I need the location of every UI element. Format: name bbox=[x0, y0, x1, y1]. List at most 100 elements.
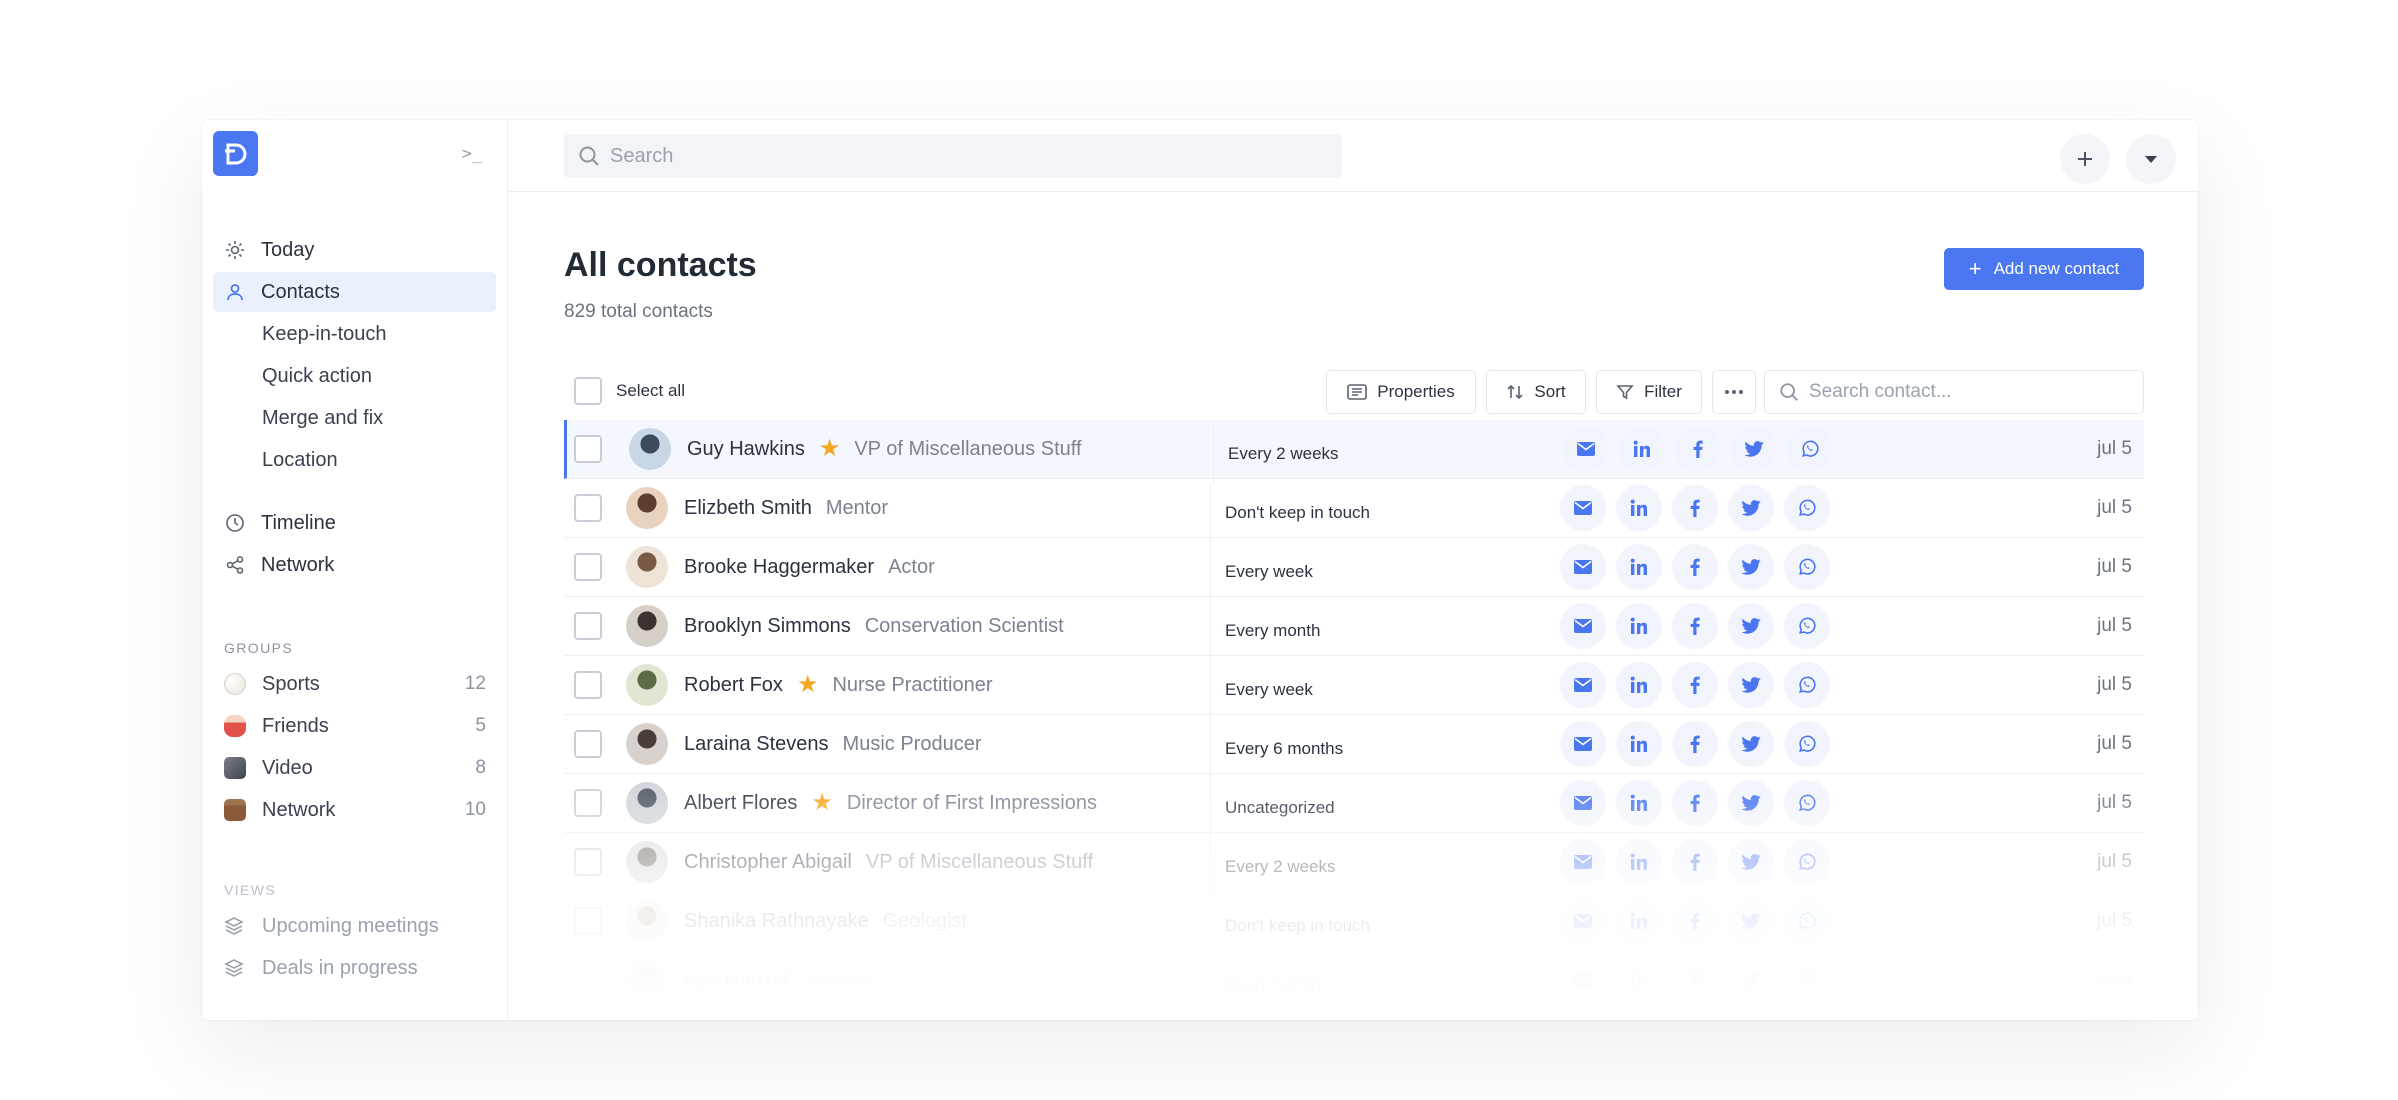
twitter-icon[interactable] bbox=[1728, 957, 1774, 1003]
linkedin-icon[interactable] bbox=[1616, 780, 1662, 826]
contact-frequency[interactable]: Uncategorized bbox=[1210, 778, 1335, 838]
row-checkbox[interactable] bbox=[574, 907, 602, 935]
row-checkbox[interactable] bbox=[574, 966, 602, 994]
whatsapp-icon[interactable] bbox=[1784, 839, 1830, 885]
twitter-icon[interactable] bbox=[1731, 426, 1777, 472]
contact-name[interactable]: Christopher Abigail bbox=[684, 851, 852, 874]
whatsapp-icon[interactable] bbox=[1784, 485, 1830, 531]
contact-name[interactable]: Shanika Rathnayake bbox=[684, 910, 869, 933]
whatsapp-icon[interactable] bbox=[1787, 426, 1833, 472]
sidebar-subitem-location[interactable]: Location bbox=[262, 440, 338, 480]
linkedin-icon[interactable] bbox=[1616, 544, 1662, 590]
contact-frequency[interactable]: Every 2 weeks bbox=[1213, 424, 1339, 484]
row-checkbox[interactable] bbox=[574, 553, 602, 581]
table-row[interactable]: Hyo Hartzel Investor Every month jul 5 bbox=[564, 951, 2144, 1015]
email-icon[interactable] bbox=[1560, 603, 1606, 649]
search-input[interactable] bbox=[610, 144, 1310, 168]
star-icon[interactable]: ★ bbox=[797, 673, 819, 697]
table-row[interactable]: Christopher Abigail VP of Miscellaneous … bbox=[564, 833, 2144, 897]
row-checkbox[interactable] bbox=[574, 671, 602, 699]
email-icon[interactable] bbox=[1560, 721, 1606, 767]
group-item-network[interactable]: Network 10 bbox=[224, 790, 486, 830]
facebook-icon[interactable] bbox=[1675, 426, 1721, 472]
select-all[interactable]: Select all bbox=[574, 377, 685, 405]
twitter-icon[interactable] bbox=[1728, 603, 1774, 649]
contact-frequency[interactable]: Every week bbox=[1210, 660, 1313, 720]
twitter-icon[interactable] bbox=[1728, 839, 1774, 885]
linkedin-icon[interactable] bbox=[1616, 898, 1662, 944]
email-icon[interactable] bbox=[1560, 662, 1606, 708]
facebook-icon[interactable] bbox=[1672, 721, 1718, 767]
sidebar-item-today[interactable]: Today bbox=[213, 230, 496, 270]
select-all-checkbox[interactable] bbox=[574, 377, 602, 405]
row-checkbox[interactable] bbox=[574, 789, 602, 817]
facebook-icon[interactable] bbox=[1672, 662, 1718, 708]
twitter-icon[interactable] bbox=[1728, 485, 1774, 531]
whatsapp-icon[interactable] bbox=[1784, 662, 1830, 708]
facebook-icon[interactable] bbox=[1672, 898, 1718, 944]
whatsapp-icon[interactable] bbox=[1784, 721, 1830, 767]
linkedin-icon[interactable] bbox=[1616, 957, 1662, 1003]
email-icon[interactable] bbox=[1560, 957, 1606, 1003]
contact-frequency[interactable]: Don't keep in touch bbox=[1210, 896, 1370, 956]
sidebar-item-contacts[interactable]: Contacts bbox=[213, 272, 496, 312]
email-icon[interactable] bbox=[1560, 485, 1606, 531]
linkedin-icon[interactable] bbox=[1616, 662, 1662, 708]
add-button[interactable] bbox=[2060, 134, 2110, 184]
twitter-icon[interactable] bbox=[1728, 780, 1774, 826]
contact-name[interactable]: Brooklyn Simmons bbox=[684, 615, 851, 638]
sidebar-subitem-merge-and-fix[interactable]: Merge and fix bbox=[262, 398, 383, 438]
whatsapp-icon[interactable] bbox=[1784, 603, 1830, 649]
facebook-icon[interactable] bbox=[1672, 780, 1718, 826]
contact-frequency[interactable]: Every 6 months bbox=[1210, 719, 1343, 779]
twitter-icon[interactable] bbox=[1728, 898, 1774, 944]
linkedin-icon[interactable] bbox=[1616, 839, 1662, 885]
row-checkbox[interactable] bbox=[574, 730, 602, 758]
linkedin-icon[interactable] bbox=[1616, 603, 1662, 649]
email-icon[interactable] bbox=[1560, 898, 1606, 944]
table-row[interactable]: Albert Flores ★ Director of First Impres… bbox=[564, 774, 2144, 838]
row-checkbox[interactable] bbox=[574, 612, 602, 640]
twitter-icon[interactable] bbox=[1728, 544, 1774, 590]
contact-frequency[interactable]: Don't keep in touch bbox=[1210, 483, 1370, 543]
email-icon[interactable] bbox=[1563, 426, 1609, 472]
email-icon[interactable] bbox=[1560, 780, 1606, 826]
contact-name[interactable]: Hyo Hartzel bbox=[684, 969, 788, 992]
facebook-icon[interactable] bbox=[1672, 544, 1718, 590]
table-row[interactable]: Robert Fox ★ Nurse Practitioner Every we… bbox=[564, 656, 2144, 720]
table-row[interactable]: Elizbeth Smith Mentor Don't keep in touc… bbox=[564, 479, 2144, 543]
table-row[interactable]: Laraina Stevens Music Producer Every 6 m… bbox=[564, 715, 2144, 779]
facebook-icon[interactable] bbox=[1672, 839, 1718, 885]
row-checkbox[interactable] bbox=[574, 494, 602, 522]
group-item-video[interactable]: Video 8 bbox=[224, 748, 486, 788]
filter-button[interactable]: Filter bbox=[1596, 370, 1702, 414]
sidebar-subitem-keep-in-touch[interactable]: Keep-in-touch bbox=[262, 314, 387, 354]
whatsapp-icon[interactable] bbox=[1784, 544, 1830, 590]
dropdown-button[interactable] bbox=[2126, 134, 2176, 184]
table-row[interactable]: Shanika Rathnayake Geologist Don't keep … bbox=[564, 892, 2144, 956]
whatsapp-icon[interactable] bbox=[1784, 780, 1830, 826]
contact-frequency[interactable]: Every week bbox=[1210, 542, 1313, 602]
email-icon[interactable] bbox=[1560, 839, 1606, 885]
sort-button[interactable]: Sort bbox=[1486, 370, 1586, 414]
global-search[interactable] bbox=[564, 134, 1342, 178]
linkedin-icon[interactable] bbox=[1616, 721, 1662, 767]
sidebar-item-network[interactable]: Network bbox=[213, 545, 496, 585]
group-item-friends[interactable]: Friends 5 bbox=[224, 706, 486, 746]
contact-name[interactable]: Albert Flores bbox=[684, 792, 797, 815]
view-item-upcoming-meetings[interactable]: Upcoming meetings bbox=[224, 906, 439, 946]
table-row[interactable]: Brooke Haggermaker Actor Every week jul … bbox=[564, 538, 2144, 602]
contact-name[interactable]: Brooke Haggermaker bbox=[684, 556, 874, 579]
contact-frequency[interactable]: Every month bbox=[1210, 601, 1320, 661]
row-checkbox[interactable] bbox=[574, 848, 602, 876]
whatsapp-icon[interactable] bbox=[1784, 898, 1830, 944]
contact-frequency[interactable]: Every month bbox=[1210, 955, 1320, 1015]
contact-frequency[interactable]: Every 2 weeks bbox=[1210, 837, 1336, 897]
facebook-icon[interactable] bbox=[1672, 485, 1718, 531]
contact-search[interactable] bbox=[1764, 370, 2144, 414]
add-new-contact-button[interactable]: + Add new contact bbox=[1944, 248, 2144, 290]
row-checkbox[interactable] bbox=[574, 435, 602, 463]
properties-button[interactable]: Properties bbox=[1326, 370, 1476, 414]
linkedin-icon[interactable] bbox=[1619, 426, 1665, 472]
group-item-sports[interactable]: Sports 12 bbox=[224, 664, 486, 704]
